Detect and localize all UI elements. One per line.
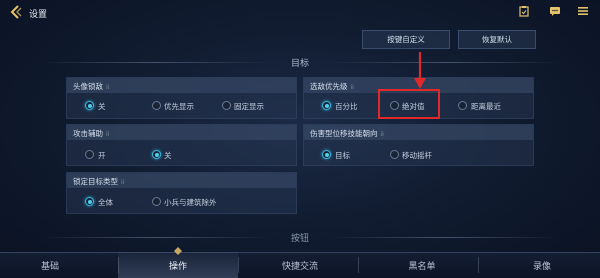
- page-title: 设置: [29, 10, 48, 20]
- radio-priority-nearest[interactable]: [458, 101, 467, 110]
- card-avatar-lock: 头像锁敌 ii: [66, 77, 297, 119]
- nav-divider: [478, 257, 479, 273]
- restore-default-button[interactable]: 恢复默认: [458, 30, 536, 49]
- tab-replay[interactable]: 录像: [512, 259, 572, 272]
- menu-icon[interactable]: [577, 5, 589, 17]
- divider: [40, 62, 270, 63]
- nav-divider: [238, 257, 239, 273]
- info-icon: ii: [106, 131, 110, 138]
- radio-attack-assist-off[interactable]: [152, 150, 161, 159]
- card-title: 锁定目标类型 ii: [73, 177, 125, 186]
- nav-divider: [118, 257, 119, 273]
- radio-direction-joystick[interactable]: [390, 150, 399, 159]
- option-label: 开: [98, 151, 106, 160]
- info-icon: ii: [106, 84, 110, 91]
- divider: [330, 62, 560, 63]
- clipboard-icon[interactable]: [518, 5, 530, 17]
- tab-operation[interactable]: 操作: [148, 259, 208, 272]
- info-icon: ii: [121, 179, 125, 186]
- radio-lock-exclude-minions[interactable]: [152, 197, 161, 206]
- tab-basic[interactable]: 基础: [20, 259, 80, 272]
- radio-avatar-lock-priority[interactable]: [152, 101, 161, 110]
- card-title: 头像锁敌 ii: [73, 82, 110, 91]
- active-tab-indicator-icon: [174, 247, 182, 255]
- divider: [330, 237, 560, 238]
- option-label: 关: [164, 151, 172, 160]
- info-icon: ii: [350, 84, 354, 91]
- tab-blacklist[interactable]: 黑名单: [392, 259, 452, 272]
- nav-divider: [358, 257, 359, 273]
- back-icon[interactable]: [8, 4, 24, 20]
- option-label: 关: [98, 102, 106, 111]
- radio-lock-all[interactable]: [85, 197, 94, 206]
- radio-direction-target[interactable]: [322, 150, 331, 159]
- option-label: 全体: [98, 198, 113, 207]
- section-title-target: 目标: [290, 59, 309, 69]
- radio-avatar-lock-off[interactable]: [85, 101, 94, 110]
- chat-icon[interactable]: [549, 5, 561, 17]
- info-icon: ii: [380, 131, 384, 138]
- option-label: 固定显示: [234, 102, 264, 111]
- radio-priority-percent[interactable]: [322, 101, 331, 110]
- card-title: 攻击辅助 ii: [73, 129, 110, 138]
- divider: [40, 237, 270, 238]
- radio-attack-assist-on[interactable]: [85, 150, 94, 159]
- radio-avatar-lock-fixed[interactable]: [222, 101, 231, 110]
- option-label: 目标: [335, 151, 350, 160]
- card-title: 选敌优先级 ii: [310, 82, 354, 91]
- annotation-arrow-icon: [414, 52, 426, 89]
- tab-quick-chat[interactable]: 快捷交流: [265, 259, 335, 272]
- option-label: 优先显示: [164, 102, 194, 111]
- option-label: 移动摇杆: [402, 151, 432, 160]
- option-label: 小兵与建筑除外: [164, 198, 217, 207]
- option-label: 距离最近: [471, 102, 501, 111]
- card-title: 伤害型位移技能朝向 ii: [310, 129, 384, 138]
- custom-keys-button[interactable]: 按键自定义: [362, 30, 450, 49]
- annotation-highlight-box: [378, 89, 440, 119]
- top-bar: [0, 0, 600, 24]
- option-label: 百分比: [335, 102, 358, 111]
- section-title-button: 按钮: [290, 234, 309, 244]
